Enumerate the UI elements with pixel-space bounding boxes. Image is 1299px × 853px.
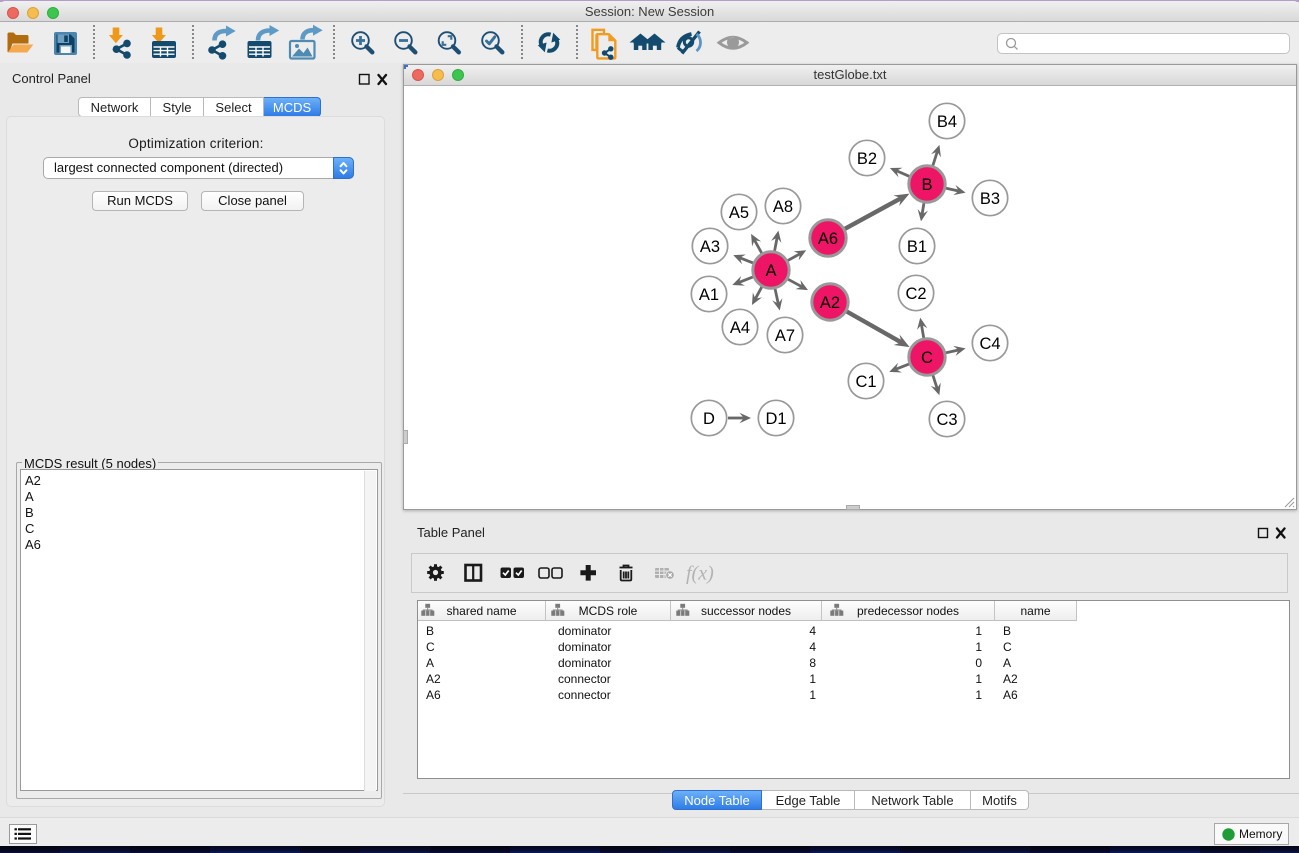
svg-text:C1: C1	[855, 373, 876, 391]
svg-text:A3: A3	[700, 238, 720, 256]
svg-text:A6: A6	[818, 230, 838, 248]
svg-text:B2: B2	[857, 150, 877, 168]
svg-text:A7: A7	[775, 327, 795, 345]
svg-text:D1: D1	[765, 410, 786, 428]
svg-text:B1: B1	[907, 238, 927, 256]
svg-text:A2: A2	[820, 294, 840, 312]
svg-text:C3: C3	[936, 411, 957, 429]
svg-text:B: B	[921, 176, 932, 194]
svg-text:B3: B3	[980, 190, 1000, 208]
svg-text:B4: B4	[937, 113, 957, 131]
svg-text:A5: A5	[729, 204, 749, 222]
svg-text:A: A	[765, 262, 776, 280]
svg-text:C: C	[921, 349, 933, 367]
svg-text:A4: A4	[730, 319, 750, 337]
svg-text:C4: C4	[979, 335, 1000, 353]
svg-text:A8: A8	[773, 198, 793, 216]
svg-text:D: D	[703, 410, 715, 428]
svg-text:f(x): f(x)	[686, 563, 714, 585]
svg-text:C2: C2	[905, 285, 926, 303]
svg-text:A1: A1	[699, 286, 719, 304]
